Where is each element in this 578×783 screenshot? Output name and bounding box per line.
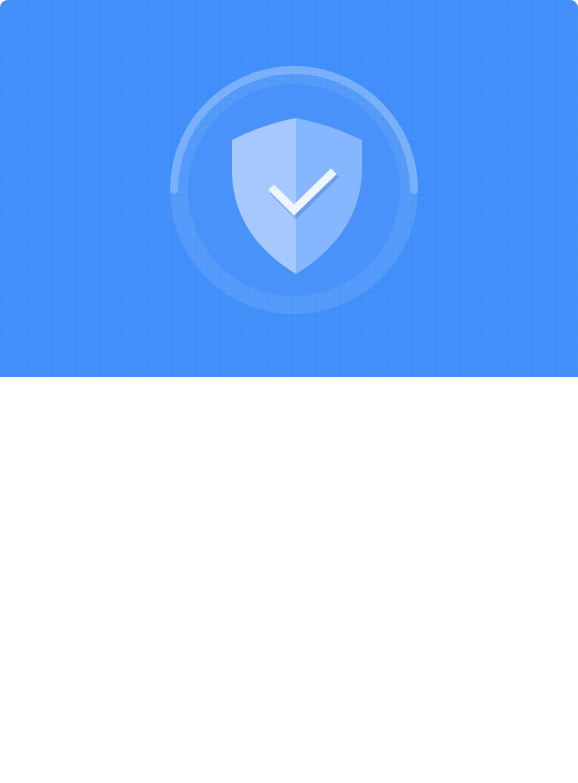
shield-check-icon bbox=[170, 66, 418, 314]
security-check-page bbox=[0, 0, 578, 783]
content-area bbox=[0, 377, 578, 783]
security-hero-banner bbox=[0, 0, 578, 377]
